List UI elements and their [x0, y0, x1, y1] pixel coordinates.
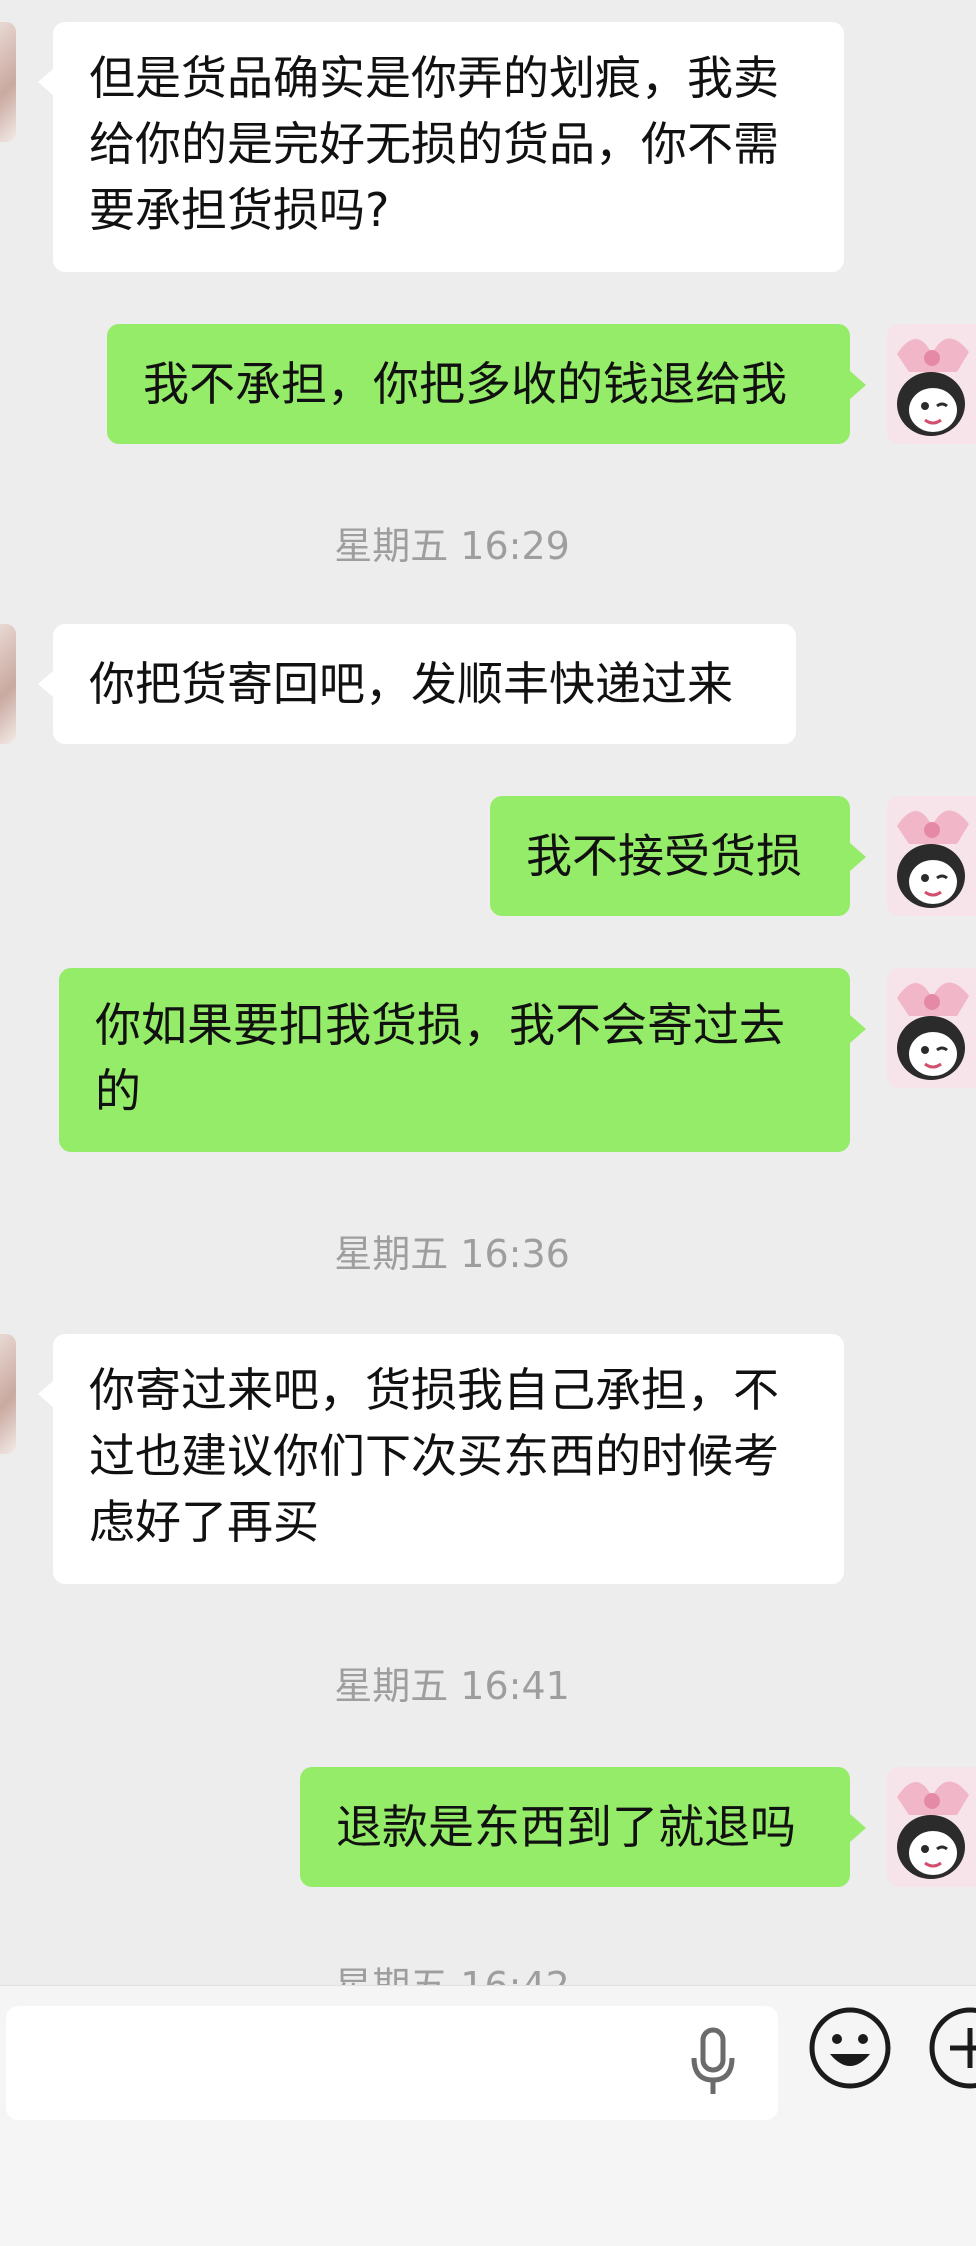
emoji-icon[interactable]: [808, 2006, 892, 2090]
user-avatar[interactable]: [887, 324, 976, 444]
bubble-tail: [850, 1814, 866, 1842]
incoming-message[interactable]: 你把货寄回吧，发顺丰快递过来: [53, 624, 796, 744]
chat-history[interactable]: 但是货品确实是你弄的划痕，我卖 给你的是完好无损的货品，你不需 要承担货损吗? …: [0, 0, 976, 1985]
kuromi-avatar-icon: [887, 324, 976, 444]
message-timestamp: 星期五 16:29: [334, 524, 570, 568]
kuromi-avatar-icon: [887, 968, 976, 1088]
plus-icon[interactable]: [928, 2006, 976, 2090]
bubble-tail: [38, 68, 54, 96]
user-avatar[interactable]: [887, 796, 976, 916]
incoming-message[interactable]: 你寄过来吧，货损我自己承担，不 过也建议你们下次买东西的时候考 虑好了再买: [53, 1334, 844, 1584]
message-input[interactable]: [6, 2006, 778, 2120]
bubble-tail: [850, 843, 866, 871]
bubble-tail: [850, 1015, 866, 1043]
user-avatar[interactable]: [887, 968, 976, 1088]
bubble-tail: [38, 1380, 54, 1408]
contact-avatar[interactable]: [0, 22, 16, 142]
input-bar: [0, 1985, 976, 2246]
user-avatar[interactable]: [887, 1767, 976, 1887]
message-timestamp: 星期五 16:42: [0, 1962, 904, 1985]
outgoing-message[interactable]: 我不接受货损: [490, 796, 850, 916]
kuromi-avatar-icon: [887, 796, 976, 916]
outgoing-message[interactable]: 退款是东西到了就退吗: [300, 1767, 850, 1887]
bubble-tail: [38, 670, 54, 698]
kuromi-avatar-icon: [887, 1767, 976, 1887]
bubble-tail: [850, 371, 866, 399]
message-timestamp: 星期五 16:41: [334, 1664, 570, 1708]
outgoing-message[interactable]: 我不承担，你把多收的钱退给我: [107, 324, 850, 444]
contact-avatar[interactable]: [0, 1334, 16, 1454]
incoming-message[interactable]: 但是货品确实是你弄的划痕，我卖 给你的是完好无损的货品，你不需 要承担货损吗?: [53, 22, 844, 272]
outgoing-message[interactable]: 你如果要扣我货损，我不会寄过去 的: [59, 968, 850, 1152]
message-timestamp: 星期五 16:36: [334, 1232, 570, 1276]
microphone-icon[interactable]: [686, 2026, 740, 2100]
contact-avatar[interactable]: [0, 624, 16, 744]
